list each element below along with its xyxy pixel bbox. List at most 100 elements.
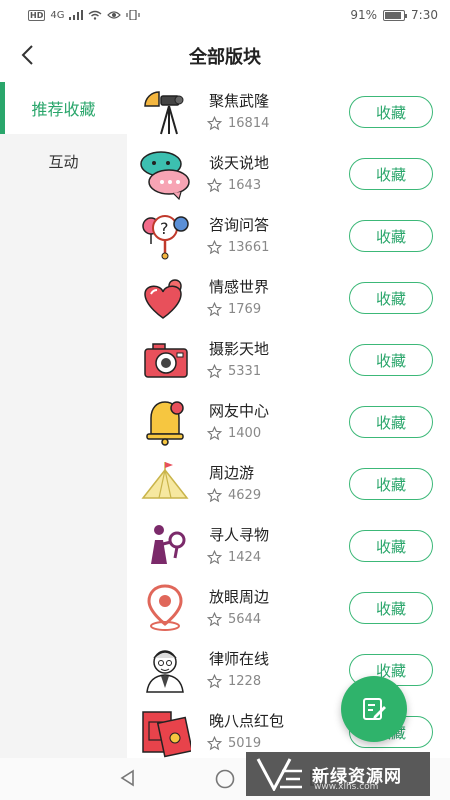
list-item[interactable]: 寻人寻物 1424 收藏 <box>127 520 450 582</box>
battery-fill <box>385 11 402 19</box>
follower-count: 1228 <box>207 674 261 689</box>
follower-count: 1769 <box>207 302 261 317</box>
battery-icon <box>383 9 408 21</box>
person-search-icon <box>139 520 191 572</box>
count-value: 13661 <box>228 240 270 255</box>
map-pin-icon <box>139 582 191 634</box>
watermark-url: www.xlhs.com <box>314 782 379 792</box>
star-icon <box>207 488 222 503</box>
list-item[interactable]: 周边游 4629 收藏 <box>127 458 450 520</box>
vibrate-icon <box>126 10 141 20</box>
forum-name: 律师在线 <box>209 650 270 668</box>
list-item[interactable]: 谈天说地 1643 收藏 <box>127 148 450 210</box>
forum-name: 晚八点红包 <box>209 712 285 730</box>
count-value: 1769 <box>228 302 262 317</box>
watermark: 新绿资源网 www.xlhs.com <box>246 752 430 796</box>
svg-text:?: ? <box>160 219 169 238</box>
forum-list: 聚焦武隆 16814 收藏 谈天说地 1643 收藏 ? 咨询问答 13661 … <box>127 82 450 758</box>
back-button[interactable] <box>14 42 40 68</box>
favorite-button[interactable]: 收藏 <box>349 220 433 252</box>
star-icon <box>207 178 222 193</box>
star-icon <box>207 550 222 565</box>
status-right: 91% 7:30 <box>350 8 438 22</box>
battery-percent: 91% <box>350 8 378 22</box>
count-value: 16814 <box>228 116 270 131</box>
page-title: 全部版块 <box>189 47 261 68</box>
favorite-button[interactable]: 收藏 <box>349 530 433 562</box>
follower-count: 4629 <box>207 488 261 503</box>
star-icon <box>207 302 222 317</box>
star-icon <box>207 612 222 627</box>
favorite-button[interactable]: 收藏 <box>349 406 433 438</box>
hearts-icon <box>139 272 191 324</box>
follower-count: 13661 <box>207 240 269 255</box>
camera-icon <box>139 334 191 386</box>
favorite-button[interactable]: 收藏 <box>349 344 433 376</box>
sidebar-item-label: 互动 <box>48 152 79 171</box>
chevron-left-icon <box>21 45 33 65</box>
count-value: 1228 <box>228 674 262 689</box>
follower-count: 1643 <box>207 178 261 193</box>
list-item[interactable]: ? 咨询问答 13661 收藏 <box>127 210 450 272</box>
follower-count: 16814 <box>207 116 269 131</box>
star-icon <box>207 240 222 255</box>
star-icon <box>207 116 222 131</box>
list-item[interactable]: 情感世界 1769 收藏 <box>127 272 450 334</box>
category-sidebar: 推荐收藏 互动 <box>0 82 127 758</box>
forum-name: 放眼周边 <box>209 588 270 606</box>
count-value: 5331 <box>228 364 262 379</box>
eye-icon <box>107 11 122 19</box>
count-value: 1400 <box>228 426 262 441</box>
forum-name: 周边游 <box>209 464 255 482</box>
follower-count: 5644 <box>207 612 261 627</box>
clock: 7:30 <box>411 8 438 22</box>
app-header: 全部版块 <box>0 30 450 82</box>
count-value: 4629 <box>228 488 262 503</box>
list-item[interactable]: 聚焦武隆 16814 收藏 <box>127 86 450 148</box>
list-item[interactable]: 放眼周边 5644 收藏 <box>127 582 450 644</box>
tent-icon <box>139 458 191 510</box>
favorite-button[interactable]: 收藏 <box>349 282 433 314</box>
forum-name: 聚焦武隆 <box>209 92 270 110</box>
camera-tripod-icon <box>139 86 191 138</box>
forum-name: 情感世界 <box>209 278 270 296</box>
count-value: 5019 <box>228 736 262 751</box>
network-type: 4G <box>50 9 65 21</box>
lawyer-icon <box>139 644 191 696</box>
hd-icon: HD <box>28 9 46 21</box>
edit-icon <box>363 698 386 720</box>
wifi-icon <box>89 10 102 20</box>
signal-icon <box>69 10 84 20</box>
sidebar-item-recommended[interactable]: 推荐收藏 <box>0 82 127 134</box>
chat-bubbles-icon <box>139 148 191 201</box>
count-value: 1424 <box>228 550 262 565</box>
red-envelope-icon <box>139 706 194 758</box>
bell-icon <box>139 396 191 448</box>
forum-name: 摄影天地 <box>209 340 270 358</box>
watermark-logo-icon <box>256 758 302 791</box>
nav-home-icon[interactable] <box>214 768 236 790</box>
count-value: 5644 <box>228 612 262 627</box>
sidebar-item-interaction[interactable]: 互动 <box>0 134 127 188</box>
list-item[interactable]: 网友中心 1400 收藏 <box>127 396 450 458</box>
favorite-button[interactable]: 收藏 <box>349 592 433 624</box>
follower-count: 1400 <box>207 426 261 441</box>
star-icon <box>207 674 222 689</box>
status-bar: HD 4G 91% 7:30 <box>0 0 450 30</box>
star-icon <box>207 364 222 379</box>
favorite-button[interactable]: 收藏 <box>349 96 433 128</box>
star-icon <box>207 736 222 751</box>
list-item[interactable]: 摄影天地 5331 收藏 <box>127 334 450 396</box>
count-value: 1643 <box>228 178 262 193</box>
forum-name: 咨询问答 <box>209 216 270 234</box>
nav-back-icon[interactable] <box>118 768 138 788</box>
status-left: HD 4G <box>28 9 141 21</box>
favorite-button[interactable]: 收藏 <box>349 158 433 190</box>
compose-button[interactable] <box>341 676 407 742</box>
favorite-button[interactable]: 收藏 <box>349 468 433 500</box>
follower-count: 5019 <box>207 736 261 751</box>
forum-name: 寻人寻物 <box>209 526 270 544</box>
follower-count: 1424 <box>207 550 261 565</box>
star-icon <box>207 426 222 441</box>
forum-name: 谈天说地 <box>209 154 270 172</box>
